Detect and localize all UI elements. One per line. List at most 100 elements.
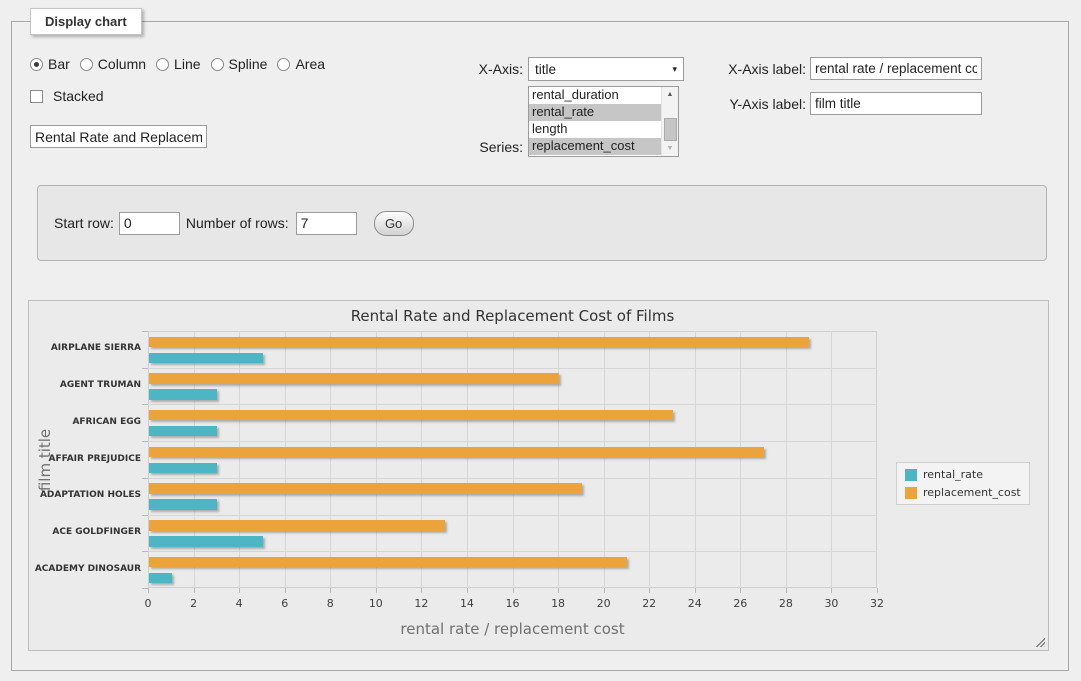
legend-swatch-icon xyxy=(905,469,917,481)
radio-label: Column xyxy=(98,56,146,72)
x-tick-label: 10 xyxy=(361,597,391,610)
radio-label: Line xyxy=(174,56,200,72)
number-of-rows-label: Number of rows: xyxy=(186,215,289,231)
x-axis-label-input[interactable] xyxy=(810,57,982,80)
radio-icon[interactable] xyxy=(211,58,224,71)
x-tick-label: 4 xyxy=(224,597,254,610)
scrollbar-thumb[interactable] xyxy=(664,118,677,141)
bar-rental_rate xyxy=(149,426,217,437)
bar-replacement_cost xyxy=(149,557,627,568)
radio-icon[interactable] xyxy=(80,58,93,71)
series-option-rental_duration[interactable]: rental_duration xyxy=(529,87,661,104)
x-axis-select-label: X-Axis: xyxy=(440,61,523,77)
y-axis-label-input[interactable] xyxy=(810,92,982,115)
legend-item-replacement_cost[interactable]: replacement_cost xyxy=(905,486,1021,499)
chart-type-radio-line[interactable]: Line xyxy=(156,56,200,72)
category-label: ACADEMY DINOSAUR xyxy=(29,564,141,574)
chart-type-group: Bar Column Line Spline Area xyxy=(30,56,325,72)
stacked-option[interactable]: Stacked xyxy=(30,88,104,104)
bar-replacement_cost xyxy=(149,410,673,421)
bar-rental_rate xyxy=(149,389,217,400)
x-tick-label: 14 xyxy=(452,597,482,610)
x-tick-label: 2 xyxy=(179,597,209,610)
x-tick-label: 0 xyxy=(133,597,163,610)
series-listbox[interactable]: rental_durationrental_ratelengthreplacem… xyxy=(528,86,679,157)
gridline-vertical xyxy=(376,331,377,588)
scroll-up-icon[interactable]: ▲ xyxy=(662,87,678,102)
y-axis-tick xyxy=(142,588,148,589)
radio-label: Spline xyxy=(229,56,268,72)
x-axis-tick xyxy=(558,588,559,593)
chart-type-radio-area[interactable]: Area xyxy=(277,56,325,72)
start-row-label: Start row: xyxy=(54,215,114,231)
radio-icon[interactable] xyxy=(277,58,290,71)
gridline-vertical xyxy=(786,331,787,588)
y-axis-tick xyxy=(142,404,148,405)
bar-replacement_cost xyxy=(149,447,764,458)
bar-rental_rate xyxy=(149,573,172,584)
scroll-down-icon[interactable]: ▼ xyxy=(662,141,678,156)
chart-type-radio-spline[interactable]: Spline xyxy=(211,56,268,72)
x-tick-label: 6 xyxy=(270,597,300,610)
go-button[interactable]: Go xyxy=(374,211,414,236)
gridline-vertical xyxy=(239,331,240,588)
x-tick-label: 12 xyxy=(406,597,436,610)
x-tick-label: 30 xyxy=(816,597,846,610)
x-axis-tick xyxy=(285,588,286,593)
series-option-rental_rate[interactable]: rental_rate xyxy=(529,104,661,121)
x-axis-tick xyxy=(148,588,149,593)
gridline-vertical xyxy=(695,331,696,588)
legend-item-rental_rate[interactable]: rental_rate xyxy=(905,468,1021,481)
x-axis-tick xyxy=(467,588,468,593)
x-tick-label: 16 xyxy=(498,597,528,610)
chart-type-radio-bar[interactable]: Bar xyxy=(30,56,70,72)
series-option-length[interactable]: length xyxy=(529,121,661,138)
y-axis-tick xyxy=(142,441,148,442)
x-tick-label: 22 xyxy=(634,597,664,610)
series-options: rental_durationrental_ratelengthreplacem… xyxy=(529,87,661,156)
legend-label: rental_rate xyxy=(923,468,983,481)
x-tick-label: 32 xyxy=(862,597,892,610)
gridline-vertical xyxy=(558,331,559,588)
fieldset-legend: Display chart xyxy=(30,8,142,35)
chart-container: Rental Rate and Replacement Cost of Film… xyxy=(28,300,1049,651)
category-label: AIRPLANE SIERRA xyxy=(29,343,141,353)
radio-label: Bar xyxy=(48,56,70,72)
x-axis-select[interactable]: title ▾ xyxy=(528,57,684,81)
row-controls-panel: Start row: Number of rows: Go xyxy=(37,185,1047,261)
resize-grip-icon[interactable] xyxy=(1034,636,1045,647)
x-axis-tick xyxy=(239,588,240,593)
y-axis-tick xyxy=(142,331,148,332)
legend-swatch-icon xyxy=(905,487,917,499)
gridline-vertical xyxy=(604,331,605,588)
radio-icon[interactable] xyxy=(30,58,43,71)
gridline-vertical xyxy=(330,331,331,588)
chart-type-radio-column[interactable]: Column xyxy=(80,56,146,72)
gridline-horizontal xyxy=(148,441,877,442)
x-axis-tick xyxy=(877,588,878,593)
gridline-vertical xyxy=(513,331,514,588)
radio-icon[interactable] xyxy=(156,58,169,71)
bar-replacement_cost xyxy=(149,520,445,531)
x-tick-label: 20 xyxy=(589,597,619,610)
x-tick-label: 18 xyxy=(543,597,573,610)
x-axis-tick xyxy=(376,588,377,593)
gridline-vertical xyxy=(649,331,650,588)
series-scrollbar[interactable]: ▲ ▼ xyxy=(661,87,678,156)
series-option-replacement_cost[interactable]: replacement_cost xyxy=(529,138,661,155)
gridline-horizontal xyxy=(148,368,877,369)
chart-legend[interactable]: rental_rate replacement_cost xyxy=(896,462,1030,505)
stacked-checkbox[interactable] xyxy=(30,90,43,103)
chart-title-input[interactable] xyxy=(30,125,207,148)
number-of-rows-input[interactable] xyxy=(296,212,357,235)
x-axis-tick xyxy=(649,588,650,593)
x-axis-tick xyxy=(831,588,832,593)
y-axis-title: film title xyxy=(36,428,54,490)
legend-label: replacement_cost xyxy=(923,486,1021,499)
series-select-label: Series: xyxy=(440,139,523,155)
start-row-input[interactable] xyxy=(119,212,180,235)
y-axis-label-label: Y-Axis label: xyxy=(690,96,806,112)
x-axis-tick xyxy=(604,588,605,593)
x-axis-label-label: X-Axis label: xyxy=(690,61,806,77)
y-axis-tick xyxy=(142,515,148,516)
